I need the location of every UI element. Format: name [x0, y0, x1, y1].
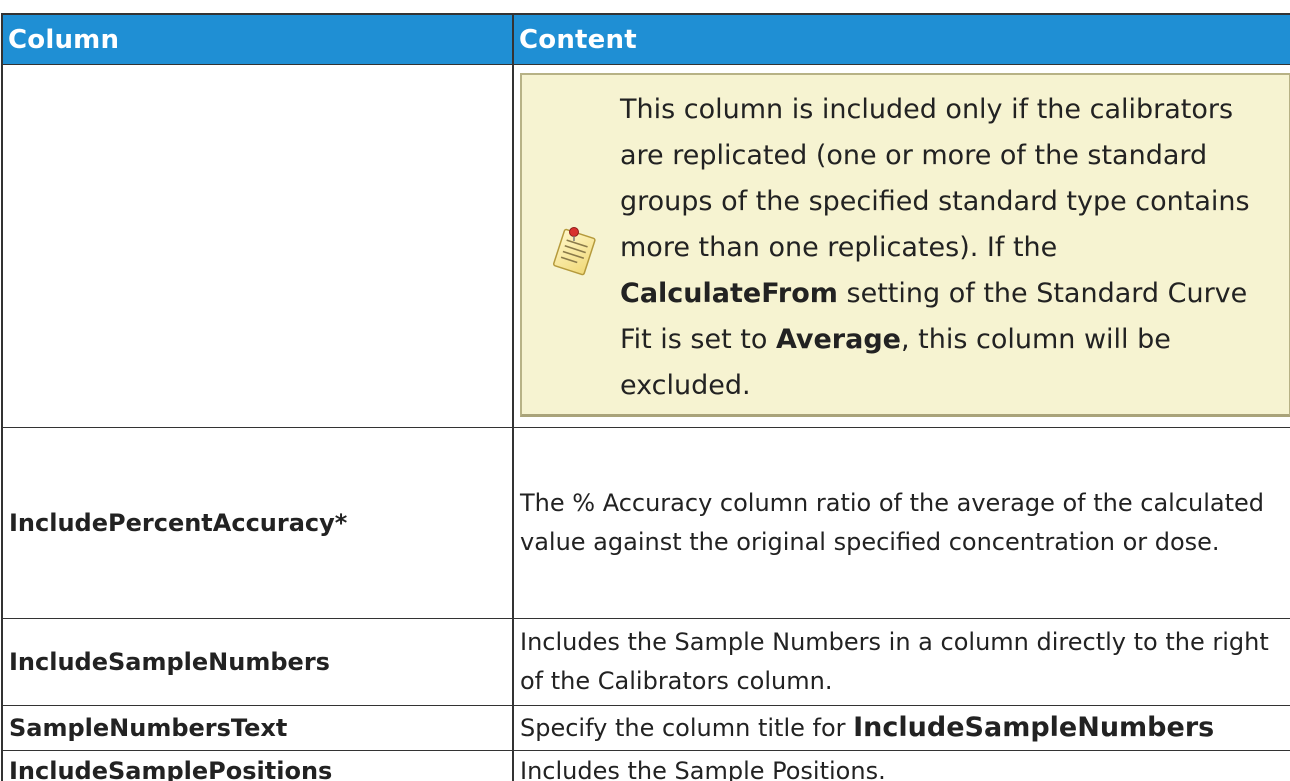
param-name-cell: IncludeSamplePositions: [1, 750, 514, 781]
parameter-table: Column Content This column is included o…: [1, 13, 1290, 781]
note-cell: This column is included only if the cali…: [512, 64, 1290, 428]
note-text: This column is included only if the cali…: [620, 87, 1279, 409]
note-bold-average: Average: [775, 324, 901, 355]
document-page: Column Content This column is included o…: [0, 0, 1290, 781]
param-name-cell: SampleNumbersText: [1, 705, 514, 751]
empty-name-cell: [1, 64, 514, 428]
column-header-column: Column: [1, 13, 514, 65]
content-bold-term: IncludeSampleNumbers: [853, 712, 1215, 743]
note-text-part1: This column is included only if the cali…: [620, 94, 1250, 263]
table-row: SampleNumbersText Specify the column tit…: [1, 705, 1290, 751]
param-name-cell: IncludePercentAccuracy*: [1, 427, 514, 619]
note-callout: This column is included only if the cali…: [520, 73, 1290, 417]
param-content-cell: The % Accuracy column ratio of the avera…: [512, 427, 1290, 619]
note-pad-icon: [550, 225, 598, 277]
param-content-cell: Specify the column title for IncludeSamp…: [512, 705, 1290, 751]
column-header-content: Content: [512, 13, 1290, 65]
param-name-cell: IncludeSampleNumbers: [1, 618, 514, 706]
table-row: IncludeSampleNumbers Includes the Sample…: [1, 618, 1290, 706]
table-row: IncludePercentAccuracy* The % Accuracy c…: [1, 427, 1290, 619]
table-header-row: Column Content: [1, 13, 1290, 65]
param-content-cell: Includes the Sample Positions.: [512, 750, 1290, 781]
table-row: This column is included only if the cali…: [1, 64, 1290, 428]
param-content-cell: Includes the Sample Numbers in a column …: [512, 618, 1290, 706]
table-row: IncludeSamplePositions Includes the Samp…: [1, 750, 1290, 781]
note-bold-calculatefrom: CalculateFrom: [620, 278, 838, 309]
content-prefix: Specify the column title for: [520, 714, 854, 742]
